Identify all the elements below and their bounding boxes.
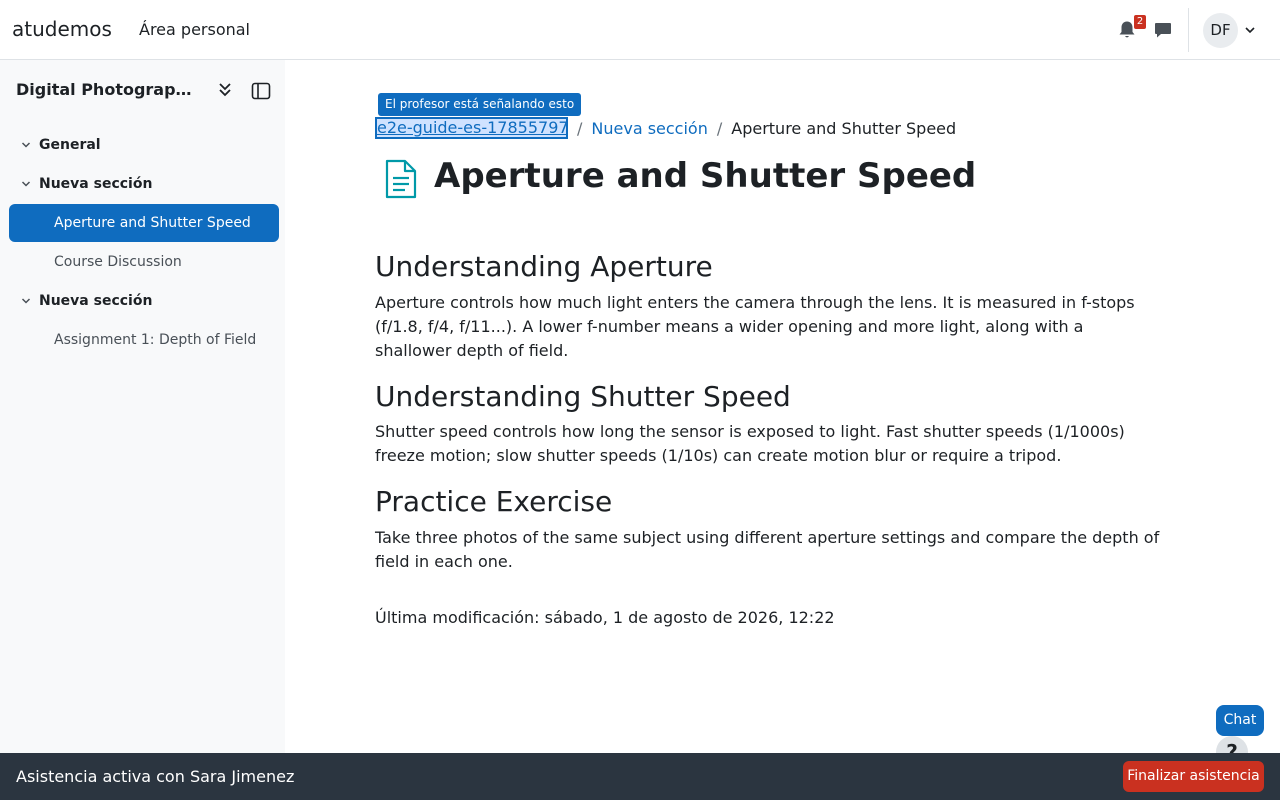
breadcrumb-current: Aperture and Shutter Speed bbox=[731, 118, 957, 138]
last-modified: Última modificación: sábado, 1 de agosto… bbox=[375, 606, 1165, 630]
breadcrumb-section-link[interactable]: Nueva sección bbox=[591, 119, 707, 138]
breadcrumb-course-link[interactable]: e2e-guide-es-1785579746 bbox=[375, 117, 568, 139]
nav-personal-area[interactable]: Área personal bbox=[139, 20, 250, 39]
section-shutter: Understanding Shutter Speed bbox=[375, 380, 1165, 413]
activity-label: Aperture and Shutter Speed bbox=[54, 215, 251, 231]
course-index-activity-discussion[interactable]: Course Discussion bbox=[9, 243, 279, 281]
page-title: Aperture and Shutter Speed bbox=[434, 156, 977, 196]
help-button[interactable]: ? bbox=[1216, 736, 1248, 753]
site-brand[interactable]: atudemos bbox=[12, 17, 112, 41]
section-label: General bbox=[39, 137, 101, 153]
section-label: Nueva sección bbox=[39, 293, 153, 309]
section-body: Shutter speed controls how long the sens… bbox=[375, 422, 1125, 465]
activity-label: Course Discussion bbox=[54, 254, 182, 270]
chevron-down-icon[interactable] bbox=[21, 141, 31, 149]
section-heading: Understanding Shutter Speed bbox=[375, 380, 791, 413]
end-assistance-button[interactable]: Finalizar asistencia bbox=[1123, 761, 1264, 792]
chevron-down-icon[interactable] bbox=[1244, 25, 1256, 35]
section-heading: Understanding Aperture bbox=[375, 250, 713, 283]
assistance-footer: Asistencia activa con Sara Jimenez bbox=[0, 753, 1280, 800]
section-shutter-body: Shutter speed controls how long the sens… bbox=[375, 420, 1165, 468]
section-label: Nueva sección bbox=[39, 176, 153, 192]
last-modified-text: Última modificación: sábado, 1 de agosto… bbox=[375, 608, 835, 627]
user-avatar[interactable]: DF bbox=[1203, 13, 1238, 48]
section-aperture-body: Aperture controls how much light enters … bbox=[375, 291, 1165, 363]
section-aperture: Understanding Aperture bbox=[375, 250, 1165, 283]
close-drawer-icon[interactable] bbox=[251, 82, 271, 100]
chevron-down-icon[interactable] bbox=[21, 297, 31, 305]
course-index-section-nueva-1[interactable]: Nueva sección bbox=[9, 165, 279, 203]
chevron-down-icon[interactable] bbox=[21, 180, 31, 188]
navbar-divider bbox=[1188, 8, 1189, 52]
notification-count-badge: 2 bbox=[1134, 15, 1146, 29]
help-icon: ? bbox=[1216, 736, 1248, 753]
page-document-icon bbox=[385, 159, 417, 199]
course-index-section-nueva-2[interactable]: Nueva sección bbox=[9, 282, 279, 320]
breadcrumb-separator: / bbox=[716, 118, 723, 138]
course-index-activity-aperture[interactable]: Aperture and Shutter Speed bbox=[9, 204, 279, 242]
course-index-drawer: Digital Photography ... General Nueva se… bbox=[0, 60, 285, 753]
messages-icon[interactable] bbox=[1154, 21, 1172, 39]
course-index-activity-assignment[interactable]: Assignment 1: Depth of Field bbox=[9, 321, 279, 359]
course-index-section-general[interactable]: General bbox=[9, 126, 279, 164]
section-heading: Practice Exercise bbox=[375, 485, 613, 518]
top-navbar: atudemos Área personal 2 DF bbox=[0, 0, 1280, 60]
collapse-all-icon[interactable] bbox=[216, 81, 234, 99]
section-practice: Practice Exercise bbox=[375, 485, 1165, 518]
assistance-status: Asistencia activa con Sara Jimenez bbox=[16, 767, 295, 786]
breadcrumb-separator: / bbox=[577, 118, 583, 138]
section-practice-body: Take three photos of the same subject us… bbox=[375, 526, 1165, 574]
section-body: Take three photos of the same subject us… bbox=[375, 528, 1160, 571]
breadcrumb: e2e-guide-es-1785579746 / Nueva sección … bbox=[375, 117, 956, 139]
activity-label: Assignment 1: Depth of Field bbox=[54, 332, 257, 348]
teacher-pointing-tooltip: El profesor está señalando esto bbox=[378, 93, 582, 116]
course-index-title[interactable]: Digital Photography ... bbox=[16, 80, 201, 99]
section-body: Aperture controls how much light enters … bbox=[375, 293, 1135, 360]
chat-button[interactable]: Chat bbox=[1216, 705, 1264, 736]
